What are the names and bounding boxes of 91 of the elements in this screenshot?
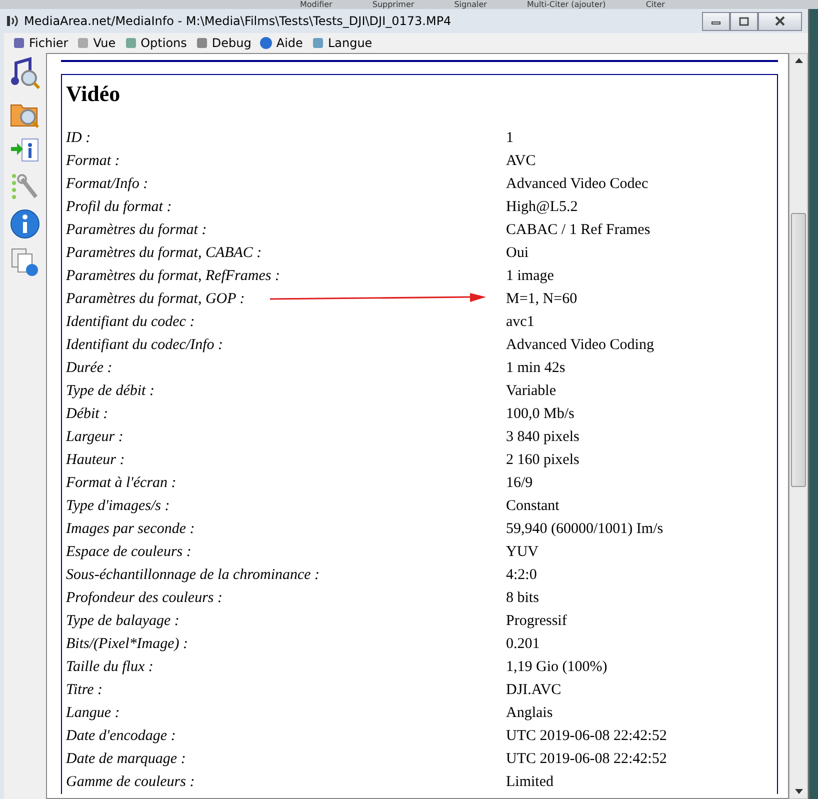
field-value: Constant <box>506 498 560 515</box>
menu-item[interactable]: Vue <box>76 36 116 50</box>
field-value: Oui <box>506 245 528 262</box>
field-value: Advanced Video Codec <box>506 176 648 193</box>
field-value: AVC <box>506 153 536 170</box>
close-icon <box>774 16 786 26</box>
field-value: High@L5.2 <box>506 199 578 216</box>
speaker-icon <box>6 14 20 28</box>
field-value: 1 min 42s <box>506 360 566 377</box>
field-value: avc1 <box>506 314 534 331</box>
field-label: Gamme de couleurs : <box>66 774 196 791</box>
field-value: 0.201 <box>506 636 540 653</box>
square-icon <box>124 36 138 50</box>
field-label: Paramètres du format, GOP : <box>66 291 246 308</box>
field-label: Type d'images/s : <box>66 498 171 515</box>
menu-item[interactable]: Aide <box>259 36 303 50</box>
menu-item[interactable]: Options <box>124 36 187 50</box>
scroll-up-icon[interactable] <box>794 58 802 63</box>
scrollbar[interactable] <box>789 53 808 799</box>
field-label: Images par seconde : <box>66 521 196 538</box>
field-label: Taille du flux : <box>66 659 154 676</box>
field-label: Identifiant du codec/Info : <box>66 337 224 354</box>
info-icon[interactable] <box>10 209 40 239</box>
field-label: Identifiant du codec : <box>66 314 196 331</box>
documents-globe-icon[interactable] <box>10 247 40 277</box>
maximize-icon <box>739 16 749 26</box>
close-button[interactable] <box>758 12 802 30</box>
square-icon <box>194 36 209 50</box>
field-value: CABAC / 1 Ref Frames <box>506 222 650 239</box>
field-value: Advanced Video Coding <box>506 337 654 354</box>
field-value: Variable <box>506 383 556 400</box>
field-value: Limited <box>506 774 554 791</box>
field-value: 1 image <box>506 268 554 285</box>
export-info-icon[interactable] <box>10 137 40 163</box>
field-label: Format à l'écran : <box>66 475 178 492</box>
field-label: Paramètres du format, CABAC : <box>66 245 263 262</box>
field-label: Langue : <box>66 705 121 722</box>
field-value: 16/9 <box>506 475 533 492</box>
background-button-label: Citer <box>646 0 665 9</box>
minimize-button[interactable] <box>702 12 730 30</box>
window-title: MediaArea.net/MediaInfo - M:\Media\Films\Tests\Tests_DJI\DJI_0173.MP4 <box>24 14 452 28</box>
field-value: 1,19 Gio (100%) <box>506 659 608 676</box>
field-value: UTC 2019-06-08 22:42:52 <box>506 751 667 768</box>
menu-item[interactable]: Debug <box>194 36 252 50</box>
section-title: Vidéo <box>66 81 122 108</box>
background-button-label: Modifier <box>300 0 332 9</box>
field-value: UTC 2019-06-08 22:42:52 <box>506 728 667 745</box>
field-label: Bits/(Pixel*Image) : <box>66 636 190 653</box>
menu-item[interactable]: Fichier <box>12 36 68 50</box>
square-icon <box>12 36 26 50</box>
field-value: 100,0 Mb/s <box>506 406 574 423</box>
field-value: Anglais <box>506 705 553 722</box>
field-label: Profondeur des couleurs : <box>66 590 224 607</box>
field-label: Format : <box>66 153 121 170</box>
field-label: Titre : <box>66 682 104 699</box>
square-icon <box>76 36 90 50</box>
field-label: Type de balayage : <box>66 613 180 630</box>
field-label: Date de marquage : <box>66 751 187 768</box>
maximize-button[interactable] <box>730 12 758 30</box>
field-label: Type de débit : <box>66 383 156 400</box>
music-file-search-icon[interactable] <box>10 57 40 89</box>
field-label: Hauteur : <box>66 452 126 469</box>
field-label: Débit : <box>66 406 110 423</box>
field-label: Durée : <box>66 360 114 377</box>
field-value: 3 840 pixels <box>506 429 580 446</box>
circle-icon <box>259 36 274 50</box>
field-value: 1 <box>506 130 514 147</box>
scroll-down-icon[interactable] <box>794 789 802 794</box>
background-button-label: Signaler <box>454 0 487 9</box>
background-button-label: Supprimer <box>372 0 414 9</box>
scrollbar-thumb[interactable] <box>791 213 806 487</box>
field-label: Date d'encodage : <box>66 728 177 745</box>
field-label: Largeur : <box>66 429 124 446</box>
field-value: M=1, N=60 <box>506 291 578 308</box>
field-label: Espace de couleurs : <box>66 544 192 561</box>
field-value: 59,940 (60000/1001) Im/s <box>506 521 664 538</box>
field-value: DJI.AVC <box>506 682 562 699</box>
field-label: ID : <box>66 130 92 147</box>
menu-item[interactable]: Langue <box>310 36 372 50</box>
field-value: 8 bits <box>506 590 539 607</box>
field-value: YUV <box>506 544 538 561</box>
field-value: Progressif <box>506 613 567 630</box>
field-label: Paramètres du format : <box>66 222 208 239</box>
field-label: Profil du format : <box>66 199 173 216</box>
field-label: Sous-échantillonnage de la chrominance : <box>66 567 321 584</box>
field-value: 4:2:0 <box>506 567 537 584</box>
square-icon <box>310 36 325 50</box>
field-value: 2 160 pixels <box>506 452 580 469</box>
field-label: Paramètres du format, RefFrames : <box>66 268 281 285</box>
field-label: Format/Info : <box>66 176 150 193</box>
background-button-label: Multi-Citer (ajouter) <box>526 0 606 9</box>
